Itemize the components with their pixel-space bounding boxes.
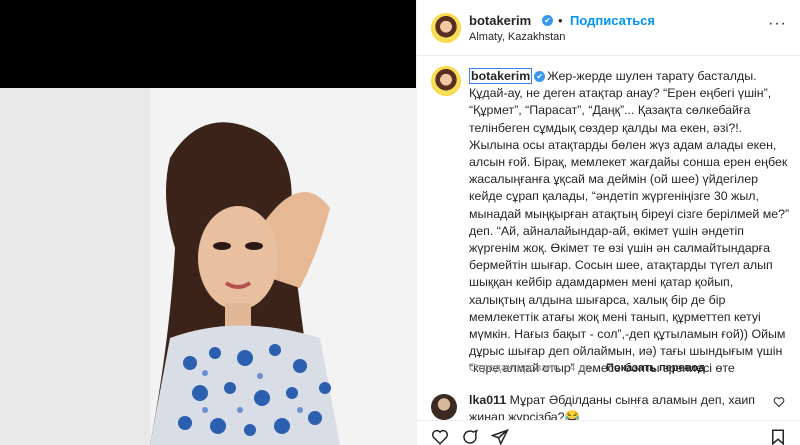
follow-button[interactable]: Подписаться [570, 13, 655, 28]
caption-avatar[interactable] [431, 66, 461, 96]
media-letterbox [0, 0, 416, 88]
edited-timestamp: Отредактировано · 4 дн. [469, 362, 595, 374]
comment-icon[interactable] [461, 428, 479, 445]
post-media[interactable] [0, 0, 416, 445]
show-translation-link[interactable]: Показать перевод [606, 362, 705, 374]
comment-like-icon[interactable] [773, 396, 785, 411]
caption-meta: Отредактировано · 4 дн. Показать перевод [469, 362, 705, 374]
caption-text: Жер-жерде шулен тарату басталды. Құдай-а… [469, 69, 790, 376]
author-username[interactable]: botakerim [469, 13, 531, 28]
caption-verified-icon: ✔ [534, 71, 546, 82]
more-options-icon[interactable]: ··· [768, 15, 787, 33]
author-avatar[interactable] [431, 13, 461, 43]
share-icon[interactable] [491, 428, 509, 445]
post-location[interactable]: Almaty, Kazakhstan [469, 31, 565, 43]
post-side-panel: botakerim ✔ • Подписаться Almaty, Kazakh… [416, 0, 800, 445]
action-bar [417, 420, 800, 445]
post-header: botakerim ✔ • Подписаться Almaty, Kazakh… [417, 0, 800, 56]
caption-text-block: botakerim ✔ Жер-жерде шулен тарату басталд… [469, 68, 791, 376]
caption-username[interactable]: botakerim [469, 68, 533, 84]
post-photo[interactable] [0, 88, 416, 445]
portrait-photo [0, 88, 416, 445]
separator-dot: • [558, 13, 563, 28]
bookmark-icon[interactable] [769, 428, 787, 445]
heart-icon[interactable] [431, 428, 449, 445]
commenter-username[interactable]: lka011 [469, 393, 506, 407]
commenter-avatar[interactable] [431, 394, 457, 420]
verified-icon: ✔ [542, 15, 553, 26]
post-caption: botakerim ✔ Жер-жерде шулен тарату басталд… [417, 56, 800, 376]
